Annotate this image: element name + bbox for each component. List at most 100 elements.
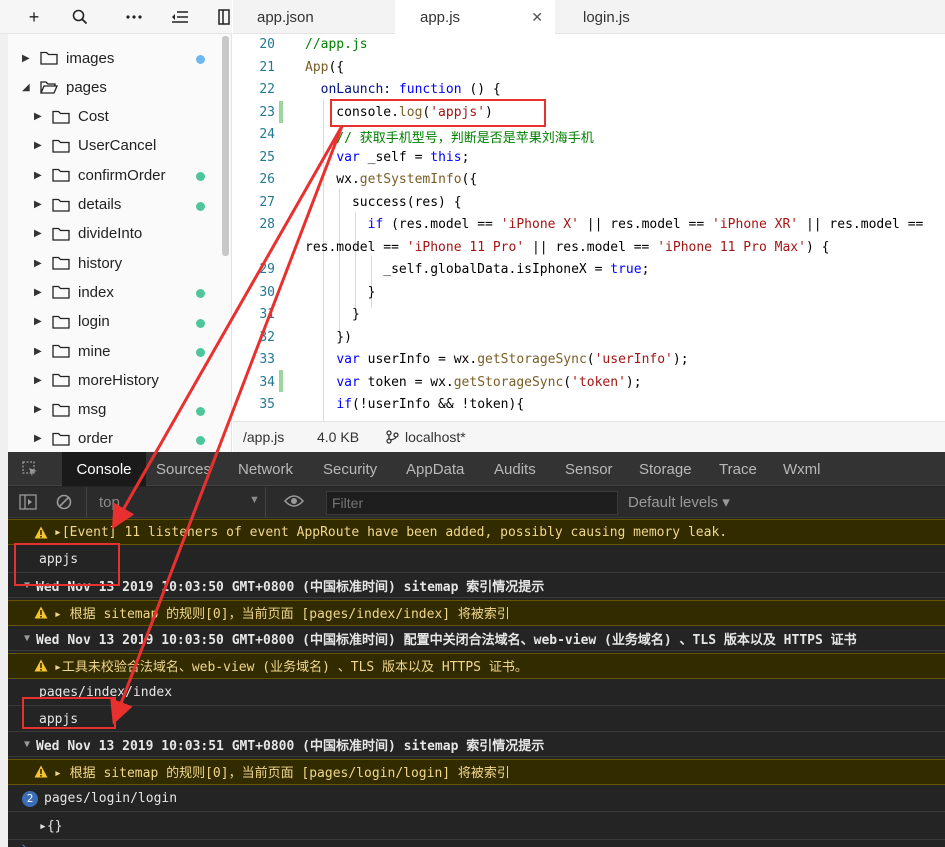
devtools-tab-wxml[interactable]: Wxml [783, 452, 821, 486]
devtools-tab-console[interactable]: Console [62, 452, 146, 486]
code-line[interactable]: var userInfo = wx.getStorageSync('userIn… [305, 352, 688, 367]
chevron-right-icon[interactable]: ▶ [34, 228, 44, 239]
tree-item-pages[interactable]: ◢ pages [8, 75, 223, 99]
devtools-tab-sensor[interactable]: Sensor [565, 452, 613, 486]
tree-item-morehistory[interactable]: ▶ moreHistory [8, 368, 223, 392]
devtools-tab-sources[interactable]: Sources [156, 452, 211, 486]
tree-item-label: divideInto [78, 225, 143, 243]
code-token: ); [625, 374, 642, 390]
code-line[interactable]: var _self = this; [305, 150, 469, 165]
chevron-right-icon[interactable]: ▶ [34, 111, 44, 122]
code-token: if [367, 217, 384, 232]
code-line[interactable]: if (res.model == 'iPhone X' || res.model… [305, 217, 924, 232]
chevron-right-icon[interactable]: ▶ [34, 170, 44, 181]
chevron-right-icon[interactable]: ▶ [34, 404, 44, 415]
console-log[interactable]: appjs [8, 547, 945, 573]
tree-item-details[interactable]: ▶ details [8, 193, 223, 217]
tree-item-history[interactable]: ▶ history [8, 251, 223, 275]
console-log[interactable]: pages/index/index [8, 680, 945, 706]
more-icon[interactable] [122, 5, 146, 29]
devtools-tab-security[interactable]: Security [323, 452, 377, 486]
devtools-tab-audits[interactable]: Audits [494, 452, 536, 486]
console-output[interactable]: ▸[Event] 11 listeners of event AppRoute … [8, 519, 945, 847]
code-area[interactable]: 20//app.js 21 App({22 onLaunch: function (… [233, 34, 945, 421]
chevron-down-icon[interactable]: ▼ [24, 633, 30, 644]
code-line[interactable]: onLaunch: function () { [305, 82, 501, 97]
chevron-right-icon[interactable]: ▶ [34, 316, 44, 327]
console-log[interactable]: 2 pages/login/login [8, 786, 945, 812]
console-log[interactable]: appjs [8, 708, 945, 732]
close-icon[interactable]: ✕ [531, 9, 543, 26]
search-icon[interactable] [68, 5, 92, 29]
code-line[interactable]: App({ [305, 60, 344, 75]
devtools-tab-trace[interactable]: Trace [719, 452, 757, 486]
devtools-tab-network[interactable]: Network [238, 452, 293, 486]
code-line[interactable]: } [305, 307, 360, 322]
repeat-count-badge: 2 [22, 790, 38, 807]
chevron-right-icon[interactable]: ▶ [34, 258, 44, 269]
chevron-right-icon[interactable]: ▶ [34, 375, 44, 386]
console-log[interactable]: ▸{} [8, 814, 945, 840]
chevron-right-icon[interactable]: ▶ [34, 287, 44, 298]
tab-login-js[interactable]: login.js [583, 0, 630, 34]
code-token: // 获取手机型号，判断是否是苹果刘海手机 [305, 131, 594, 146]
collapse-icon[interactable] [168, 5, 192, 29]
chevron-right-icon[interactable]: ▶ [22, 53, 32, 64]
chevron-down-icon[interactable]: ◢ [22, 82, 32, 93]
code-line[interactable]: } [305, 285, 376, 300]
code-line[interactable]: var token = wx.getStorageSync('token'); [305, 374, 642, 390]
console-group-header[interactable]: ▼ Wed Nov 13 2019 10:03:50 GMT+0800 (中国标准… [8, 627, 945, 651]
code-line[interactable]: // 获取手机型号，判断是否是苹果刘海手机 [305, 127, 594, 146]
tree-item-images[interactable]: ▶ images [8, 46, 223, 70]
chevron-right-icon[interactable]: ▶ [34, 346, 44, 357]
editor-tabs: app.json app.js ✕ login.js [233, 0, 945, 35]
chevron-right-icon[interactable]: ▶ [34, 433, 44, 444]
inspect-icon[interactable] [22, 461, 38, 480]
filter-input[interactable] [326, 491, 618, 515]
console-warning[interactable]: ▸ 根据 sitemap 的规则[0]，当前页面 [pages/login/lo… [8, 758, 945, 785]
tree-item-usercancel[interactable]: ▶ UserCancel [8, 134, 223, 158]
tab-app-js[interactable]: app.js ✕ [395, 0, 555, 35]
code-line[interactable]: //app.js [305, 37, 368, 52]
code-line[interactable]: }) [305, 330, 352, 345]
tree-scrollbar[interactable] [222, 36, 229, 256]
add-icon[interactable]: + [22, 5, 46, 29]
code-token: res.model == [305, 239, 407, 255]
tree-item-login[interactable]: ▶ login [8, 310, 223, 334]
tree-item-divideinto[interactable]: ▶ divideInto [8, 222, 223, 246]
console-group-header[interactable]: ▼ Wed Nov 13 2019 10:03:50 GMT+0800 (中国标准… [8, 574, 945, 598]
tab-app-json[interactable]: app.json [257, 0, 314, 34]
console-warning[interactable]: ▸[Event] 11 listeners of event AppRoute … [8, 519, 945, 545]
modified-line-marker [279, 370, 283, 392]
devtools-tab-storage[interactable]: Storage [639, 452, 692, 486]
log-levels-select[interactable]: Default levels ▾ [628, 493, 730, 511]
chevron-down-icon[interactable]: ▼ [24, 739, 30, 750]
sidebar-toggle-icon[interactable] [19, 494, 37, 513]
code-token: (!userInfo && !token){ [351, 397, 525, 412]
code-token: () { [461, 82, 501, 97]
clear-console-icon[interactable] [56, 494, 72, 513]
tree-item-index[interactable]: ▶ index [8, 280, 223, 304]
tree-item-label: index [78, 283, 114, 301]
code-line[interactable]: _self.globalData.isIphoneX = true; [305, 262, 649, 277]
chevron-right-icon[interactable]: ▶ [34, 199, 44, 210]
code-line[interactable]: wx.getSystemInfo({ [305, 172, 477, 187]
console-prompt[interactable]: › [8, 841, 945, 847]
code-line[interactable]: success(res) { [305, 195, 462, 210]
console-group-header[interactable]: ▼ Wed Nov 13 2019 10:03:51 GMT+0800 (中国标准… [8, 733, 945, 757]
code-line[interactable]: if(!userInfo && !token){ [305, 397, 524, 412]
context-select[interactable]: top ▼ [86, 487, 266, 517]
tree-item-mine[interactable]: ▶ mine [8, 339, 223, 363]
console-warning[interactable]: ▸工具未校验合法域名、web-view (业务域名) 、TLS 版本以及 HTT… [8, 652, 945, 679]
eye-icon[interactable] [283, 494, 305, 511]
tree-item-confirmorder[interactable]: ▶ confirmOrder [8, 163, 223, 187]
code-token: if [336, 397, 352, 412]
tree-item-cost[interactable]: ▶ Cost [8, 105, 223, 129]
code-line[interactable]: res.model == 'iPhone 11 Pro' || res.mode… [305, 240, 829, 255]
tree-item-msg[interactable]: ▶ msg [8, 398, 223, 422]
devtools-tab-appdata[interactable]: AppData [406, 452, 464, 486]
tree-item-order[interactable]: ▶ order [8, 427, 223, 451]
chevron-right-icon[interactable]: ▶ [34, 140, 44, 151]
console-warning[interactable]: ▸ 根据 sitemap 的规则[0]，当前页面 [pages/index/in… [8, 599, 945, 626]
status-branch[interactable]: localhost* [405, 429, 466, 445]
